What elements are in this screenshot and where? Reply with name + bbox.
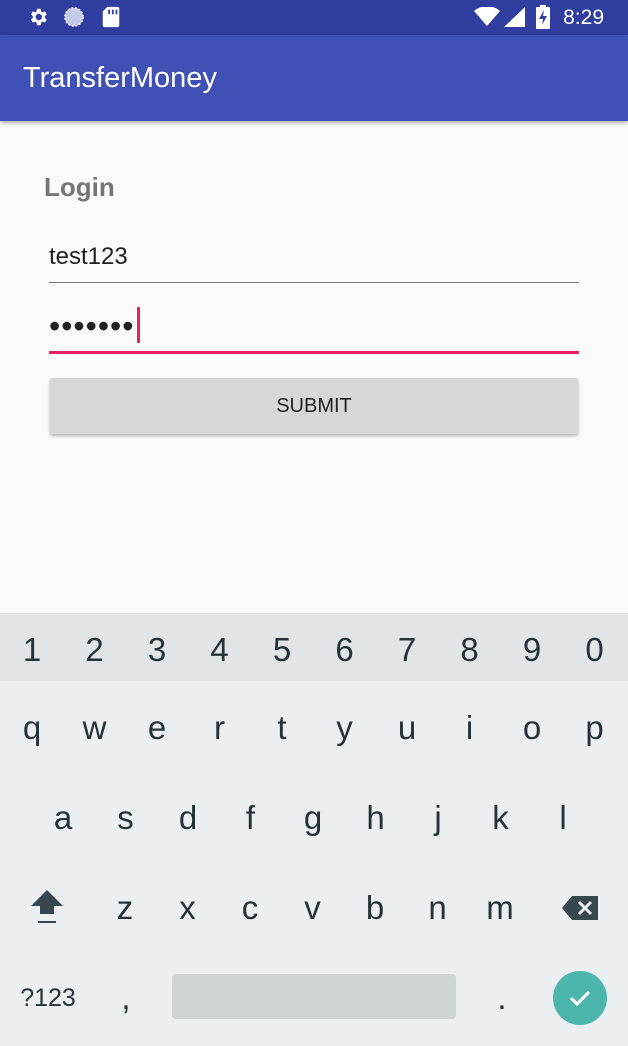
username-value: test123 (49, 243, 128, 270)
check-icon (569, 990, 591, 1007)
battery-charging-icon (533, 5, 553, 29)
key-4[interactable]: 4 (189, 613, 251, 687)
key-l[interactable]: l (532, 783, 594, 853)
soft-keyboard: 1234567890 qwertyuiop asdfghjkl zxcvbnm ?12… (0, 613, 628, 1046)
key-7[interactable]: 7 (376, 613, 438, 687)
username-field[interactable]: test123 (49, 238, 579, 283)
login-heading: Login (44, 172, 115, 202)
key-r[interactable]: r (189, 693, 251, 763)
period-key[interactable]: . (476, 968, 528, 1028)
app-title: TransferMoney (23, 62, 217, 94)
key-9[interactable]: 9 (501, 613, 563, 687)
sd-card-icon (99, 5, 123, 29)
key-f[interactable]: f (220, 783, 282, 853)
key-t[interactable]: t (251, 693, 313, 763)
key-d[interactable]: d (157, 783, 219, 853)
key-o[interactable]: o (501, 693, 563, 763)
key-6[interactable]: 6 (314, 613, 376, 687)
key-u[interactable]: u (376, 693, 438, 763)
key-i[interactable]: i (439, 693, 501, 763)
status-time: 8:29 (563, 6, 604, 29)
space-key[interactable] (172, 974, 456, 1019)
key-j[interactable]: j (407, 783, 469, 853)
text-cursor (137, 307, 141, 343)
key-p[interactable]: p (564, 693, 626, 763)
key-3[interactable]: 3 (126, 613, 188, 687)
submit-button[interactable]: SUBMIT (50, 378, 578, 434)
key-z[interactable]: z (94, 873, 156, 943)
wifi-icon (473, 5, 501, 29)
key-y[interactable]: y (314, 693, 376, 763)
settings-icon (26, 5, 50, 29)
key-a[interactable]: a (32, 783, 94, 853)
key-1[interactable]: 1 (1, 613, 63, 687)
key-v[interactable]: v (282, 873, 344, 943)
key-g[interactable]: g (282, 783, 344, 853)
key-2[interactable]: 2 (64, 613, 126, 687)
key-b[interactable]: b (344, 873, 406, 943)
key-8[interactable]: 8 (439, 613, 501, 687)
key-s[interactable]: s (95, 783, 157, 853)
sync-icon (62, 5, 86, 29)
key-m[interactable]: m (469, 873, 531, 943)
key-e[interactable]: e (126, 693, 188, 763)
key-c[interactable]: c (219, 873, 281, 943)
key-0[interactable]: 0 (564, 613, 626, 687)
password-field[interactable]: ••••••• (49, 305, 579, 354)
key-x[interactable]: x (157, 873, 219, 943)
password-value: ••••••• (49, 308, 135, 344)
app-bar: TransferMoney (0, 35, 628, 121)
status-bar: 8:29 (0, 0, 628, 35)
signal-icon (503, 5, 527, 29)
key-k[interactable]: k (470, 783, 532, 853)
symbols-key[interactable]: ?123 (10, 968, 86, 1028)
key-w[interactable]: w (64, 693, 126, 763)
enter-key[interactable] (553, 971, 607, 1025)
key-n[interactable]: n (407, 873, 469, 943)
shift-key[interactable] (16, 873, 78, 943)
key-5[interactable]: 5 (251, 613, 313, 687)
key-q[interactable]: q (1, 693, 63, 763)
backspace-key[interactable] (549, 873, 611, 943)
comma-key[interactable]: , (100, 968, 152, 1028)
key-h[interactable]: h (345, 783, 407, 853)
